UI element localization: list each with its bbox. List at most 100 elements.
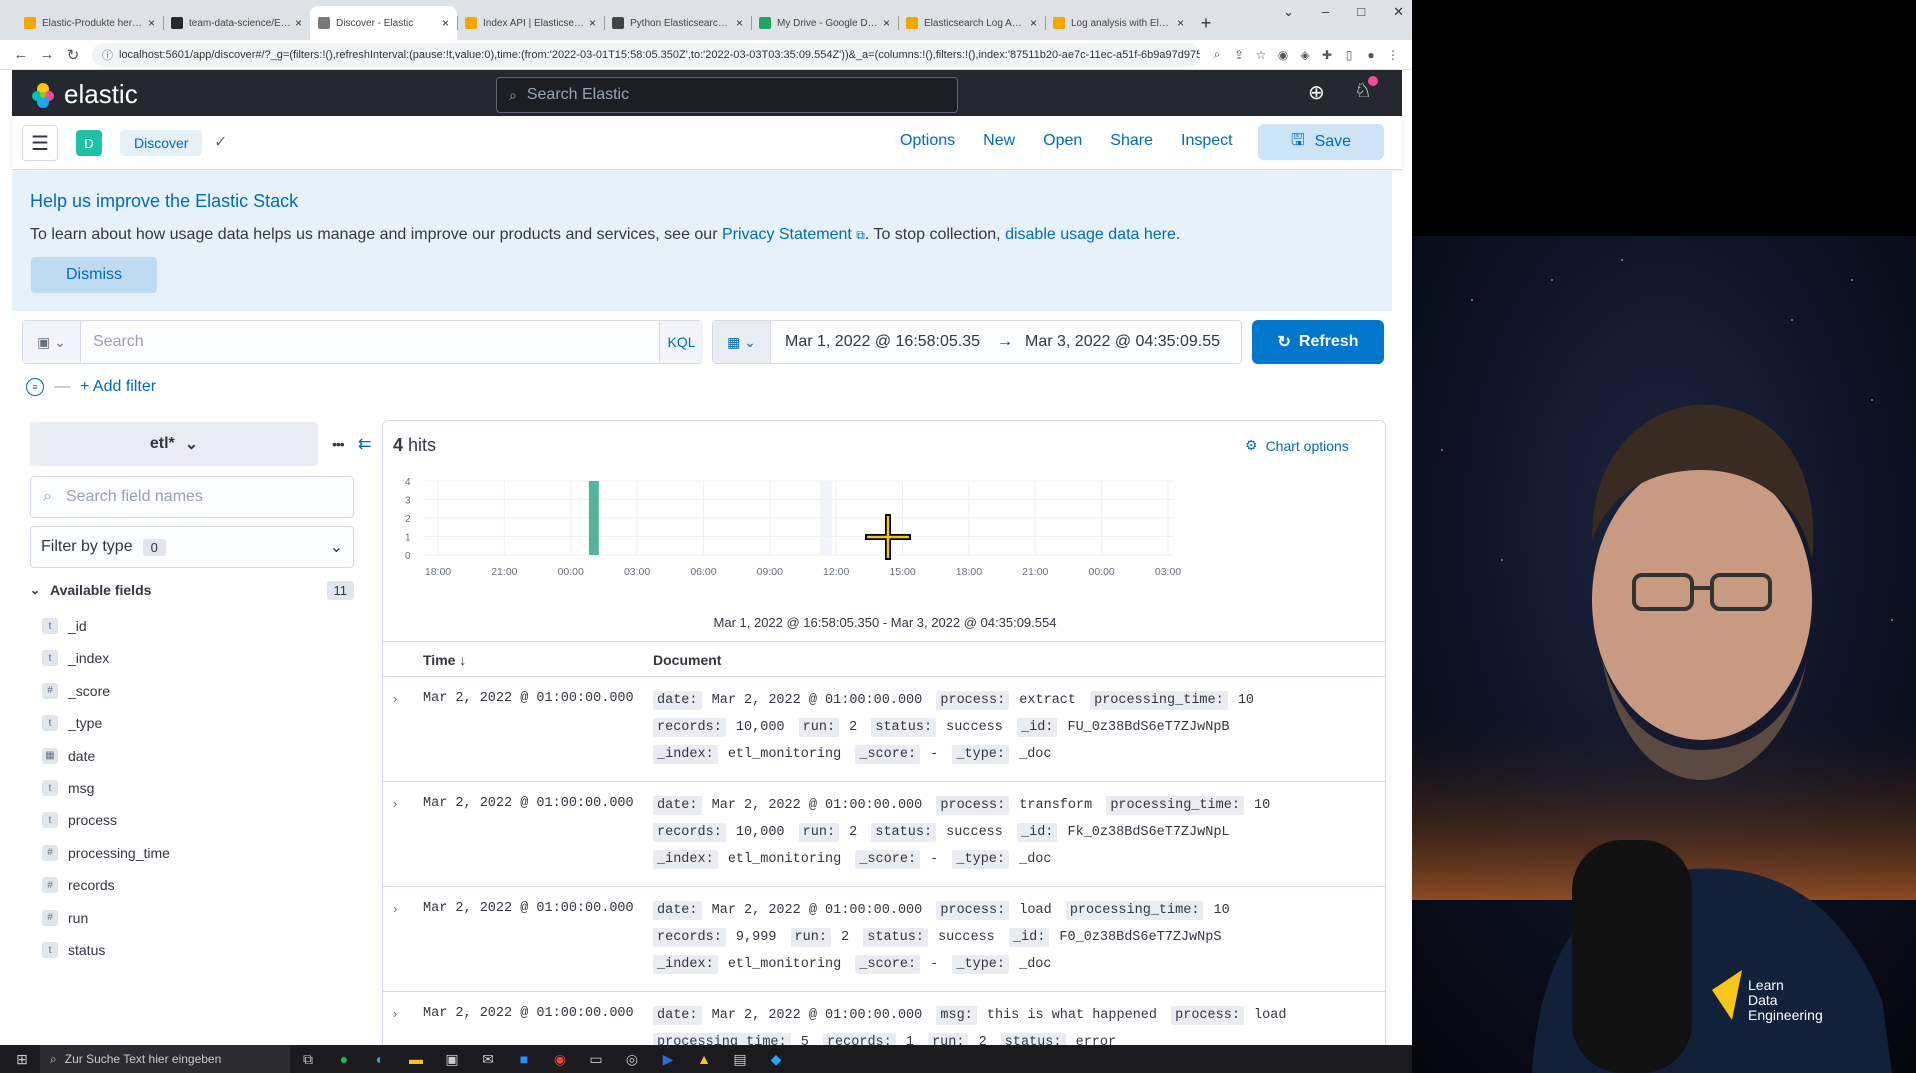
linux-icon[interactable]: ▲ [686, 1051, 722, 1067]
store-icon[interactable]: ▣ [434, 1051, 470, 1068]
spotify-icon[interactable]: ● [326, 1051, 362, 1067]
browser-menu-icon[interactable]: ⋮ [1382, 48, 1404, 62]
close-tab-icon[interactable]: × [148, 16, 155, 30]
index-pattern-selector[interactable]: etl* ⌄ [30, 422, 318, 466]
table-row[interactable]: › Mar 2, 2022 @ 01:00:00.000 date: Mar 2, … [383, 677, 1385, 782]
field-item-score[interactable]: # _score [42, 679, 110, 703]
browser-tab[interactable]: Index API | Elasticsearch × [457, 6, 604, 40]
edge-icon[interactable]: ◐ [362, 1051, 398, 1067]
powershell-icon[interactable]: ▶ [650, 1051, 686, 1068]
disable-usage-data-link[interactable]: disable usage data here [1005, 226, 1176, 243]
elastic-logo[interactable]: elastic [30, 79, 138, 110]
kql-language-toggle[interactable]: KQL [659, 321, 703, 363]
file-explorer-icon[interactable]: ▬ [398, 1051, 434, 1067]
field-item-records[interactable]: # records [42, 873, 115, 897]
vscode-icon[interactable]: ◆ [758, 1051, 794, 1068]
zoom-icon[interactable]: ⌕ [1206, 47, 1228, 62]
expand-row-icon[interactable]: › [393, 1006, 397, 1021]
browser-tab[interactable]: My Drive - Google Drive × [751, 6, 898, 40]
reload-icon[interactable]: ↻ [60, 46, 86, 64]
address-bar[interactable]: ⓘ localhost:5601/app/discover#/?_g=(filt… [92, 42, 1200, 67]
bookmark-star-icon[interactable]: ☆ [1250, 48, 1272, 62]
close-tab-icon[interactable]: × [736, 16, 743, 30]
collapse-sidebar-icon[interactable]: ⇇ [358, 434, 371, 454]
nav-options-link[interactable]: Options [900, 132, 955, 150]
tab-search-icon[interactable]: ⌄ [1283, 4, 1294, 20]
filter-by-type-button[interactable]: Filter by type 0 ⌄ [30, 526, 354, 568]
date-start[interactable]: Mar 1, 2022 @ 16:58:05.35 [785, 333, 980, 351]
time-column-header[interactable]: Time ↓ [423, 652, 466, 668]
field-item-index[interactable]: t _index [42, 646, 109, 670]
browser-tab[interactable]: Elastic-Produkte herunter × [16, 6, 163, 40]
browser-tab[interactable]: Discover - Elastic × [310, 6, 457, 40]
forward-icon[interactable]: → [34, 46, 60, 63]
dismiss-button[interactable]: Dismiss [31, 257, 157, 293]
histogram-bar[interactable] [588, 481, 599, 555]
privacy-statement-link[interactable]: Privacy Statement [722, 226, 852, 243]
maximize-icon[interactable]: □ [1357, 4, 1365, 20]
share-icon[interactable]: ⇪ [1228, 48, 1250, 62]
chart-options-button[interactable]: ⚙ Chart options [1245, 437, 1349, 454]
close-tab-icon[interactable]: × [883, 16, 890, 30]
terminal-icon[interactable]: ▭ [578, 1051, 614, 1068]
field-item-run[interactable]: # run [42, 906, 88, 930]
close-tab-icon[interactable]: × [442, 16, 449, 30]
nav-new-link[interactable]: New [983, 132, 1015, 150]
breadcrumb[interactable]: Discover [120, 130, 203, 156]
close-window-icon[interactable]: ✕ [1393, 4, 1404, 20]
field-search-input[interactable]: ⌕ Search field names [30, 476, 354, 518]
table-row[interactable]: › Mar 2, 2022 @ 01:00:00.000 date: Mar 2, … [383, 887, 1385, 992]
global-search-input[interactable]: ⌕ Search Elastic [496, 77, 958, 113]
taskbar-search-input[interactable]: ⌕ Zur Suche Text hier eingeben [40, 1045, 290, 1073]
index-pattern-options-icon[interactable]: ••• [332, 436, 345, 452]
field-item-msg[interactable]: t msg [42, 776, 94, 800]
table-row[interactable]: › Mar 2, 2022 @ 01:00:00.000 date: Mar 2, … [383, 782, 1385, 887]
available-fields-header[interactable]: ⌄ Available fields 11 [30, 578, 354, 602]
close-tab-icon[interactable]: × [589, 16, 596, 30]
date-end[interactable]: Mar 3, 2022 @ 04:35:09.55 [1025, 333, 1220, 351]
profile-avatar-icon[interactable]: ● [1360, 48, 1382, 62]
nav-inspect-link[interactable]: Inspect [1181, 132, 1233, 150]
nav-share-link[interactable]: Share [1110, 132, 1153, 150]
save-button[interactable]: 🖫 Save [1258, 124, 1384, 160]
browser-tab[interactable]: Elasticsearch Log Analytic × [898, 6, 1045, 40]
help-icon[interactable]: ⊕ [1308, 80, 1325, 105]
minimize-icon[interactable]: – [1322, 4, 1329, 20]
field-item-id[interactable]: t _id [42, 614, 87, 638]
mail-icon[interactable]: ✉ [470, 1051, 506, 1068]
field-item-date[interactable]: ▦ date [42, 744, 95, 768]
close-tab-icon[interactable]: × [1177, 16, 1184, 30]
pocket-icon[interactable]: ◈ [1294, 48, 1316, 62]
chrome-icon[interactable]: ◉ [542, 1051, 578, 1068]
extension-icon[interactable]: ◉ [1272, 48, 1294, 62]
hamburger-menu-icon[interactable]: ☰ [22, 125, 58, 161]
calendar-icon[interactable]: ▦ ⌄ [713, 321, 771, 363]
windows-start-icon[interactable]: ⊞ [4, 1051, 40, 1068]
browser-tab[interactable]: Python Elasticsearch Clie × [604, 6, 751, 40]
sidepanel-icon[interactable]: ▯ [1338, 48, 1360, 62]
field-item-processing_time[interactable]: # processing_time [42, 841, 170, 865]
field-item-type[interactable]: t _type [42, 711, 102, 735]
filter-options-icon[interactable]: ≡ [26, 378, 44, 396]
browser-tab[interactable]: team-data-science/Elasti × [163, 6, 310, 40]
add-filter-button[interactable]: + Add filter [80, 378, 156, 396]
expand-row-icon[interactable]: › [393, 691, 397, 706]
field-item-status[interactable]: t status [42, 938, 105, 962]
close-tab-icon[interactable]: × [1030, 16, 1037, 30]
task-view-icon[interactable]: ⧉ [290, 1051, 326, 1068]
obs-icon[interactable]: ◎ [614, 1051, 650, 1068]
expand-row-icon[interactable]: › [393, 796, 397, 811]
puzzle-icon[interactable]: ✚ [1316, 48, 1338, 62]
expand-row-icon[interactable]: › [393, 901, 397, 916]
new-tab-icon[interactable]: + [1192, 6, 1220, 40]
refresh-button[interactable]: ↻ Refresh [1252, 320, 1384, 364]
zoom-app-icon[interactable]: ■ [506, 1051, 542, 1067]
saved-query-menu-button[interactable]: ▣ ⌄ [23, 321, 81, 363]
app-icon[interactable]: ▤ [722, 1051, 758, 1068]
browser-tab[interactable]: Log analysis with Elastic × [1045, 6, 1192, 40]
close-tab-icon[interactable]: × [295, 16, 302, 30]
back-icon[interactable]: ← [8, 46, 34, 63]
nav-open-link[interactable]: Open [1043, 132, 1082, 150]
space-avatar[interactable]: D [76, 130, 102, 156]
query-input[interactable]: Search [93, 333, 144, 351]
